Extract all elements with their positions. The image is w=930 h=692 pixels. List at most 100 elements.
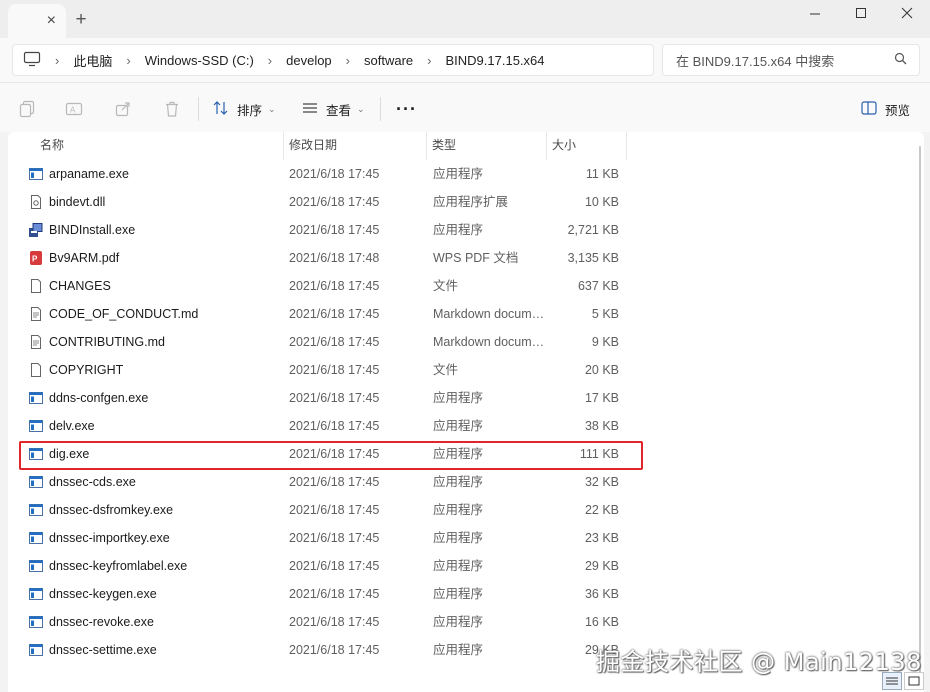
file-date: 2021/6/18 17:45 (289, 307, 380, 321)
file-row[interactable]: CONTRIBUTING.md 2021/6/18 17:45 Markdown d… (8, 328, 924, 356)
file-name: delv.exe (49, 419, 95, 433)
file-name: CHANGES (49, 279, 111, 293)
file-row[interactable]: bindevt.dll 2021/6/18 17:45 应用程序扩展 10 KB (8, 188, 924, 216)
file-type: 文件 (433, 279, 459, 293)
file-date: 2021/6/18 17:45 (289, 643, 380, 657)
preview-pane-icon (861, 100, 877, 118)
file-date: 2021/6/18 17:45 (289, 223, 380, 237)
file-row[interactable]: COPYRIGHT 2021/6/18 17:45 文件 20 KB (8, 356, 924, 384)
chevron-right-icon[interactable]: › (126, 53, 130, 68)
column-divider[interactable] (626, 132, 627, 160)
search-box[interactable]: 在 BIND9.17.15.x64 中搜索 (662, 44, 920, 76)
sort-icon (213, 100, 229, 119)
breadcrumb[interactable]: › 此电脑 › Windows-SSD (C:) › develop › sof… (12, 44, 654, 76)
svg-text:P: P (32, 255, 38, 264)
file-row[interactable]: dnssec-dsfromkey.exe 2021/6/18 17:45 应用程序 2… (8, 496, 924, 524)
new-tab-button[interactable]: + (70, 8, 92, 30)
view-button[interactable]: 查看 ⌄ (302, 97, 365, 121)
file-date: 2021/6/18 17:45 (289, 475, 380, 489)
close-window-button[interactable] (884, 0, 930, 26)
command-bar: A 排序 ⌄ 查看 ⌄ ··· 预览 (0, 82, 930, 132)
chevron-right-icon[interactable]: › (346, 53, 350, 68)
file-size: 16 KB (584, 615, 619, 629)
file-row[interactable]: CHANGES 2021/6/18 17:45 文件 637 KB (8, 272, 924, 300)
vertical-scrollbar[interactable] (916, 132, 924, 692)
active-tab[interactable]: × (8, 4, 66, 38)
file-name: dnssec-revoke.exe (49, 615, 154, 629)
file-row[interactable]: dnssec-keygen.exe 2021/6/18 17:45 应用程序 36 K… (8, 580, 924, 608)
file-size: 637 KB (577, 279, 619, 293)
tab-close-icon[interactable]: × (47, 13, 56, 29)
md-icon (28, 306, 44, 322)
file-row[interactable]: dnssec-revoke.exe 2021/6/18 17:45 应用程序 16 K… (8, 608, 924, 636)
file-row[interactable]: P Bv9ARM.pdf 2021/6/18 17:48 WPS PDF 文档 3,13… (8, 244, 924, 272)
sort-label: 排序 (237, 103, 263, 118)
file-type: 应用程序 (433, 503, 484, 517)
file-date: 2021/6/18 17:45 (289, 195, 380, 209)
sort-button[interactable]: 排序 ⌄ (213, 97, 276, 121)
file-row[interactable]: dnssec-cds.exe 2021/6/18 17:45 应用程序 32 KB (8, 468, 924, 496)
file-size: 3,135 KB (567, 251, 619, 265)
file-name: dnssec-settime.exe (49, 643, 157, 657)
file-row[interactable]: BINDInstall.exe 2021/6/18 17:45 应用程序 2,721 … (8, 216, 924, 244)
file-name: CODE_OF_CONDUCT.md (49, 307, 199, 321)
breadcrumb-current-folder[interactable]: BIND9.17.15.x64 (446, 53, 545, 68)
maximize-button[interactable] (838, 0, 884, 26)
file-name: COPYRIGHT (49, 363, 124, 377)
more-options-button[interactable]: ··· (396, 97, 417, 121)
file-row[interactable]: delv.exe 2021/6/18 17:45 应用程序 38 KB (8, 412, 924, 440)
file-row[interactable]: arpaname.exe 2021/6/18 17:45 应用程序 11 KB (8, 160, 924, 188)
file-row[interactable]: ddns-confgen.exe 2021/6/18 17:45 应用程序 17 KB (8, 384, 924, 412)
computer-icon[interactable] (23, 51, 41, 70)
breadcrumb-drive[interactable]: Windows-SSD (C:) (145, 53, 254, 68)
share-icon[interactable] (113, 99, 133, 119)
file-name: arpaname.exe (49, 167, 129, 181)
preview-pane-button[interactable]: 预览 (861, 97, 910, 121)
file-name: dnssec-importkey.exe (49, 531, 170, 545)
column-header-size[interactable]: 大小 (546, 132, 626, 160)
rename-icon[interactable]: A (64, 99, 84, 119)
column-header-type[interactable]: 类型 (426, 132, 546, 160)
file-date: 2021/6/18 17:45 (289, 391, 380, 405)
copy-icon[interactable] (17, 99, 37, 119)
file-row[interactable]: CODE_OF_CONDUCT.md 2021/6/18 17:45 Markdow… (8, 300, 924, 328)
view-label: 查看 (326, 103, 352, 118)
exe-icon (28, 530, 44, 546)
file-size: 2,721 KB (567, 223, 619, 237)
file-size: 29 KB (584, 559, 619, 573)
details-view-button[interactable] (882, 672, 902, 690)
breadcrumb-software[interactable]: software (364, 53, 413, 68)
maximize-icon (856, 8, 866, 18)
file-date: 2021/6/18 17:45 (289, 447, 380, 461)
file-size: 20 KB (584, 363, 619, 377)
delete-icon[interactable] (162, 99, 182, 119)
file-name: dnssec-keyfromlabel.exe (49, 559, 188, 573)
file-name: dnssec-dsfromkey.exe (49, 503, 174, 517)
file-type: 应用程序 (433, 559, 484, 573)
view-icon (302, 100, 318, 119)
file-name: dnssec-cds.exe (49, 475, 136, 489)
file-type: 应用程序 (433, 391, 484, 405)
breadcrumb-develop[interactable]: develop (286, 53, 332, 68)
minimize-button[interactable] (792, 0, 838, 26)
column-header-name[interactable]: 名称 (34, 132, 284, 160)
file-size: 23 KB (584, 531, 619, 545)
search-icon[interactable] (894, 52, 907, 68)
file-row[interactable]: dnssec-keyfromlabel.exe 2021/6/18 17:45 应用… (8, 552, 924, 580)
chevron-right-icon[interactable]: › (55, 53, 59, 68)
breadcrumb-this-pc[interactable]: 此电脑 (73, 51, 112, 70)
tiles-view-button[interactable] (904, 672, 924, 690)
chevron-right-icon[interactable]: › (268, 53, 272, 68)
file-type: 文件 (433, 363, 459, 377)
file-type: 应用程序 (433, 475, 484, 489)
file-row[interactable]: dig.exe 2021/6/18 17:45 应用程序 111 KB (8, 440, 924, 470)
file-type: 应用程序 (433, 531, 484, 545)
search-input[interactable]: 在 BIND9.17.15.x64 中搜索 (676, 51, 894, 70)
column-header-date[interactable]: 修改日期 (283, 132, 426, 160)
exe-icon (28, 474, 44, 490)
chevron-right-icon[interactable]: › (427, 53, 431, 68)
exe-icon (28, 558, 44, 574)
file-row[interactable]: dnssec-importkey.exe 2021/6/18 17:45 应用程序 2… (8, 524, 924, 552)
chevron-down-icon: ⌄ (357, 103, 365, 114)
file-date: 2021/6/18 17:45 (289, 363, 380, 377)
